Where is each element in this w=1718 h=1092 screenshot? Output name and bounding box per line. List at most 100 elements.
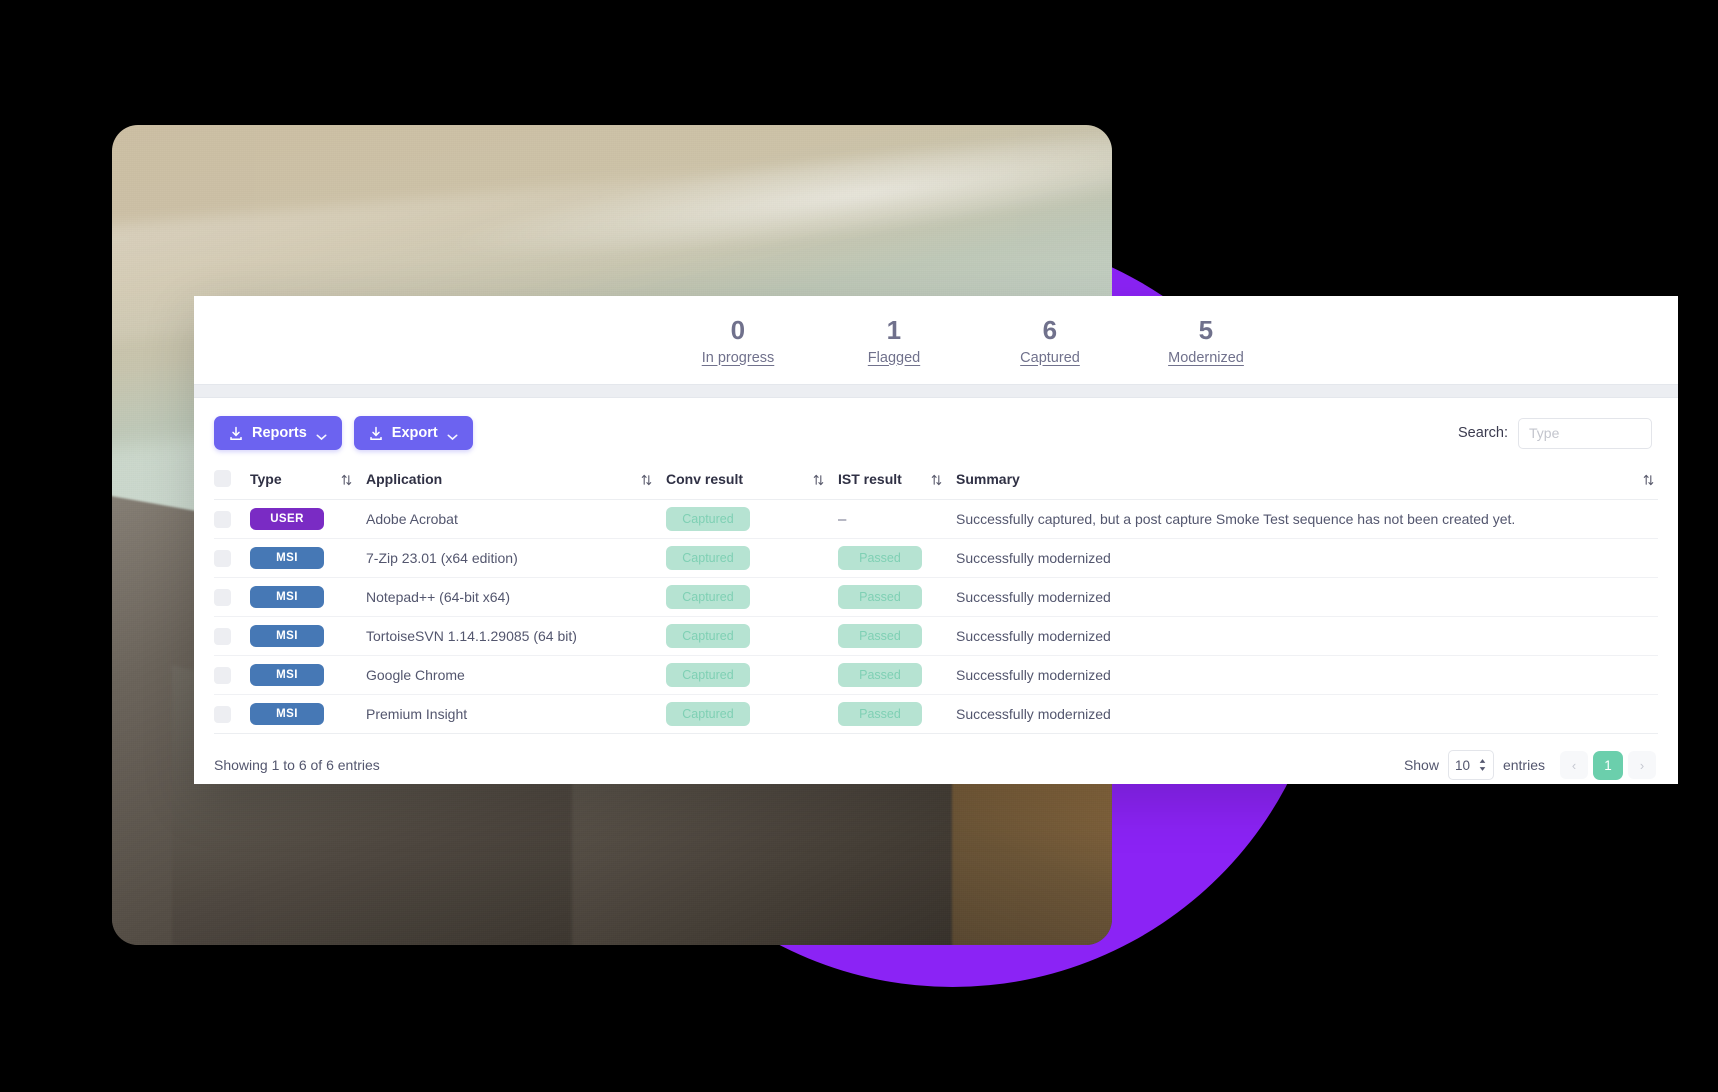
status-badge-captured: Captured xyxy=(666,663,750,687)
status-badge-captured: Captured xyxy=(666,624,750,648)
status-badge-passed: Passed xyxy=(838,546,922,570)
type-badge-msi: MSI xyxy=(250,547,324,569)
applications-table: Type Application Conv result IST result … xyxy=(214,462,1658,734)
entries-label: entries xyxy=(1502,757,1545,773)
reports-button[interactable]: Reports xyxy=(214,416,342,450)
sort-icon[interactable] xyxy=(931,473,942,485)
export-button[interactable]: Export xyxy=(353,416,473,450)
table-row[interactable]: MSI 7-Zip 23.01 (x64 edition) Captured Pass… xyxy=(214,538,1658,578)
stat-modernized[interactable]: 5 Modernized xyxy=(1162,315,1250,366)
table-head: Type Application Conv result IST result … xyxy=(214,462,1658,500)
stat-in-progress-value: 0 xyxy=(730,314,746,345)
type-cell: USER xyxy=(250,499,366,539)
type-badge-user: USER xyxy=(250,508,324,530)
application-cell[interactable]: Google Chrome xyxy=(366,655,666,695)
table-row[interactable]: MSI Google Chrome Captured Passed Successful… xyxy=(214,655,1658,695)
row-checkbox[interactable] xyxy=(214,549,231,567)
stat-captured-label[interactable]: Captured xyxy=(1006,350,1094,366)
table-row[interactable]: MSI Notepad++ (64-bit x64) Captured Passed S… xyxy=(214,577,1658,617)
previous-page-button[interactable]: ‹ xyxy=(1560,751,1588,779)
table-row[interactable]: MSI Premium Insight Captured Passed Successf… xyxy=(214,694,1658,734)
row-checkbox[interactable] xyxy=(214,666,231,684)
sort-icon[interactable] xyxy=(341,473,352,485)
status-badge-captured: Captured xyxy=(666,507,750,531)
application-cell[interactable]: Adobe Acrobat xyxy=(366,499,666,539)
entries-info: Showing 1 to 6 of 6 entries xyxy=(214,757,380,773)
application-cell[interactable]: Premium Insight xyxy=(366,694,666,734)
select-all-checkbox[interactable] xyxy=(214,470,231,487)
stat-modernized-value: 5 xyxy=(1198,314,1214,345)
summary-cell: Successfully modernized xyxy=(956,577,1658,617)
search-area: Search: xyxy=(1458,417,1656,449)
type-cell: MSI xyxy=(250,655,366,695)
conv-result-cell: Captured xyxy=(666,577,838,617)
summary-cell: Successfully modernized xyxy=(956,655,1658,695)
stat-flagged-label[interactable]: Flagged xyxy=(850,350,938,366)
row-checkbox[interactable] xyxy=(214,627,231,645)
ist-result-cell: Passed xyxy=(838,577,956,617)
stat-captured[interactable]: 6 Captured xyxy=(1006,315,1094,366)
column-header-application-label: Application xyxy=(366,470,443,487)
stat-captured-value: 6 xyxy=(1042,314,1058,345)
type-badge-msi: MSI xyxy=(250,703,324,725)
column-header-conv-result[interactable]: Conv result xyxy=(666,462,838,500)
next-page-button[interactable]: › xyxy=(1628,751,1656,779)
page-1-button[interactable]: 1 xyxy=(1593,750,1623,780)
table-footer: Showing 1 to 6 of 6 entries Show 1025501… xyxy=(194,734,1678,780)
row-select-cell xyxy=(214,538,250,578)
status-badge-captured: Captured xyxy=(666,585,750,609)
ist-result-cell: Passed xyxy=(838,616,956,656)
stat-modernized-label[interactable]: Modernized xyxy=(1162,350,1250,366)
row-checkbox[interactable] xyxy=(214,510,231,528)
status-badge-passed: Passed xyxy=(838,585,922,609)
sort-icon[interactable] xyxy=(813,473,824,485)
table-row[interactable]: MSI TortoiseSVN 1.14.1.29085 (64 bit) Capt… xyxy=(214,616,1658,656)
ist-result-cell: Passed xyxy=(838,655,956,695)
download-icon xyxy=(369,426,383,441)
type-badge-msi: MSI xyxy=(250,664,324,686)
column-header-ist-result-label: IST result xyxy=(838,470,902,487)
chevron-down-icon xyxy=(316,429,327,441)
screenshot-stage: 0 In progress 1 Flagged 6 Captured 5 Mod… xyxy=(0,0,1718,1092)
chevron-down-icon xyxy=(447,429,458,441)
stat-flagged[interactable]: 1 Flagged xyxy=(850,315,938,366)
type-cell: MSI xyxy=(250,577,366,617)
row-checkbox[interactable] xyxy=(214,705,231,723)
search-input[interactable] xyxy=(1518,417,1652,449)
application-panel: 0 In progress 1 Flagged 6 Captured 5 Mod… xyxy=(194,296,1678,784)
column-header-type-label: Type xyxy=(250,470,282,487)
page-length-select[interactable]: 102550100 xyxy=(1447,750,1494,780)
conv-result-cell: Captured xyxy=(666,538,838,578)
summary-cell: Successfully modernized xyxy=(956,694,1658,734)
column-header-ist-result[interactable]: IST result xyxy=(838,462,956,500)
stat-flagged-value: 1 xyxy=(886,314,902,345)
status-badge-passed: Passed xyxy=(838,663,922,687)
sort-icon[interactable] xyxy=(641,473,652,485)
reports-button-label: Reports xyxy=(252,425,307,441)
type-cell: MSI xyxy=(250,616,366,656)
application-cell[interactable]: TortoiseSVN 1.14.1.29085 (64 bit) xyxy=(366,616,666,656)
ist-result-cell: – xyxy=(838,499,956,539)
stat-in-progress[interactable]: 0 In progress xyxy=(694,315,782,366)
column-header-summary[interactable]: Summary xyxy=(956,462,1658,500)
row-select-cell xyxy=(214,577,250,617)
row-checkbox[interactable] xyxy=(214,588,231,606)
column-header-summary-label: Summary xyxy=(956,470,1020,487)
page-buttons: ‹ 1 › xyxy=(1560,750,1656,780)
application-cell[interactable]: 7-Zip 23.01 (x64 edition) xyxy=(366,538,666,578)
export-button-label: Export xyxy=(391,425,438,441)
type-badge-msi: MSI xyxy=(250,586,324,608)
conv-result-cell: Captured xyxy=(666,694,838,734)
ist-result-empty: – xyxy=(838,510,847,528)
column-header-type[interactable]: Type xyxy=(250,462,366,500)
stat-in-progress-label[interactable]: In progress xyxy=(694,350,782,366)
table-toolbar: Reports Export Search: Type xyxy=(194,398,1678,460)
status-badge-captured: Captured xyxy=(666,546,750,570)
conv-result-cell: Captured xyxy=(666,616,838,656)
column-header-application[interactable]: Application xyxy=(366,462,666,500)
table-header-row: Type Application Conv result IST result … xyxy=(214,462,1658,500)
table-row[interactable]: USER Adobe Acrobat Captured – Successfully c… xyxy=(214,499,1658,539)
application-cell[interactable]: Notepad++ (64-bit x64) xyxy=(366,577,666,617)
sort-icon[interactable] xyxy=(1643,473,1654,485)
show-label: Show xyxy=(1403,757,1439,773)
